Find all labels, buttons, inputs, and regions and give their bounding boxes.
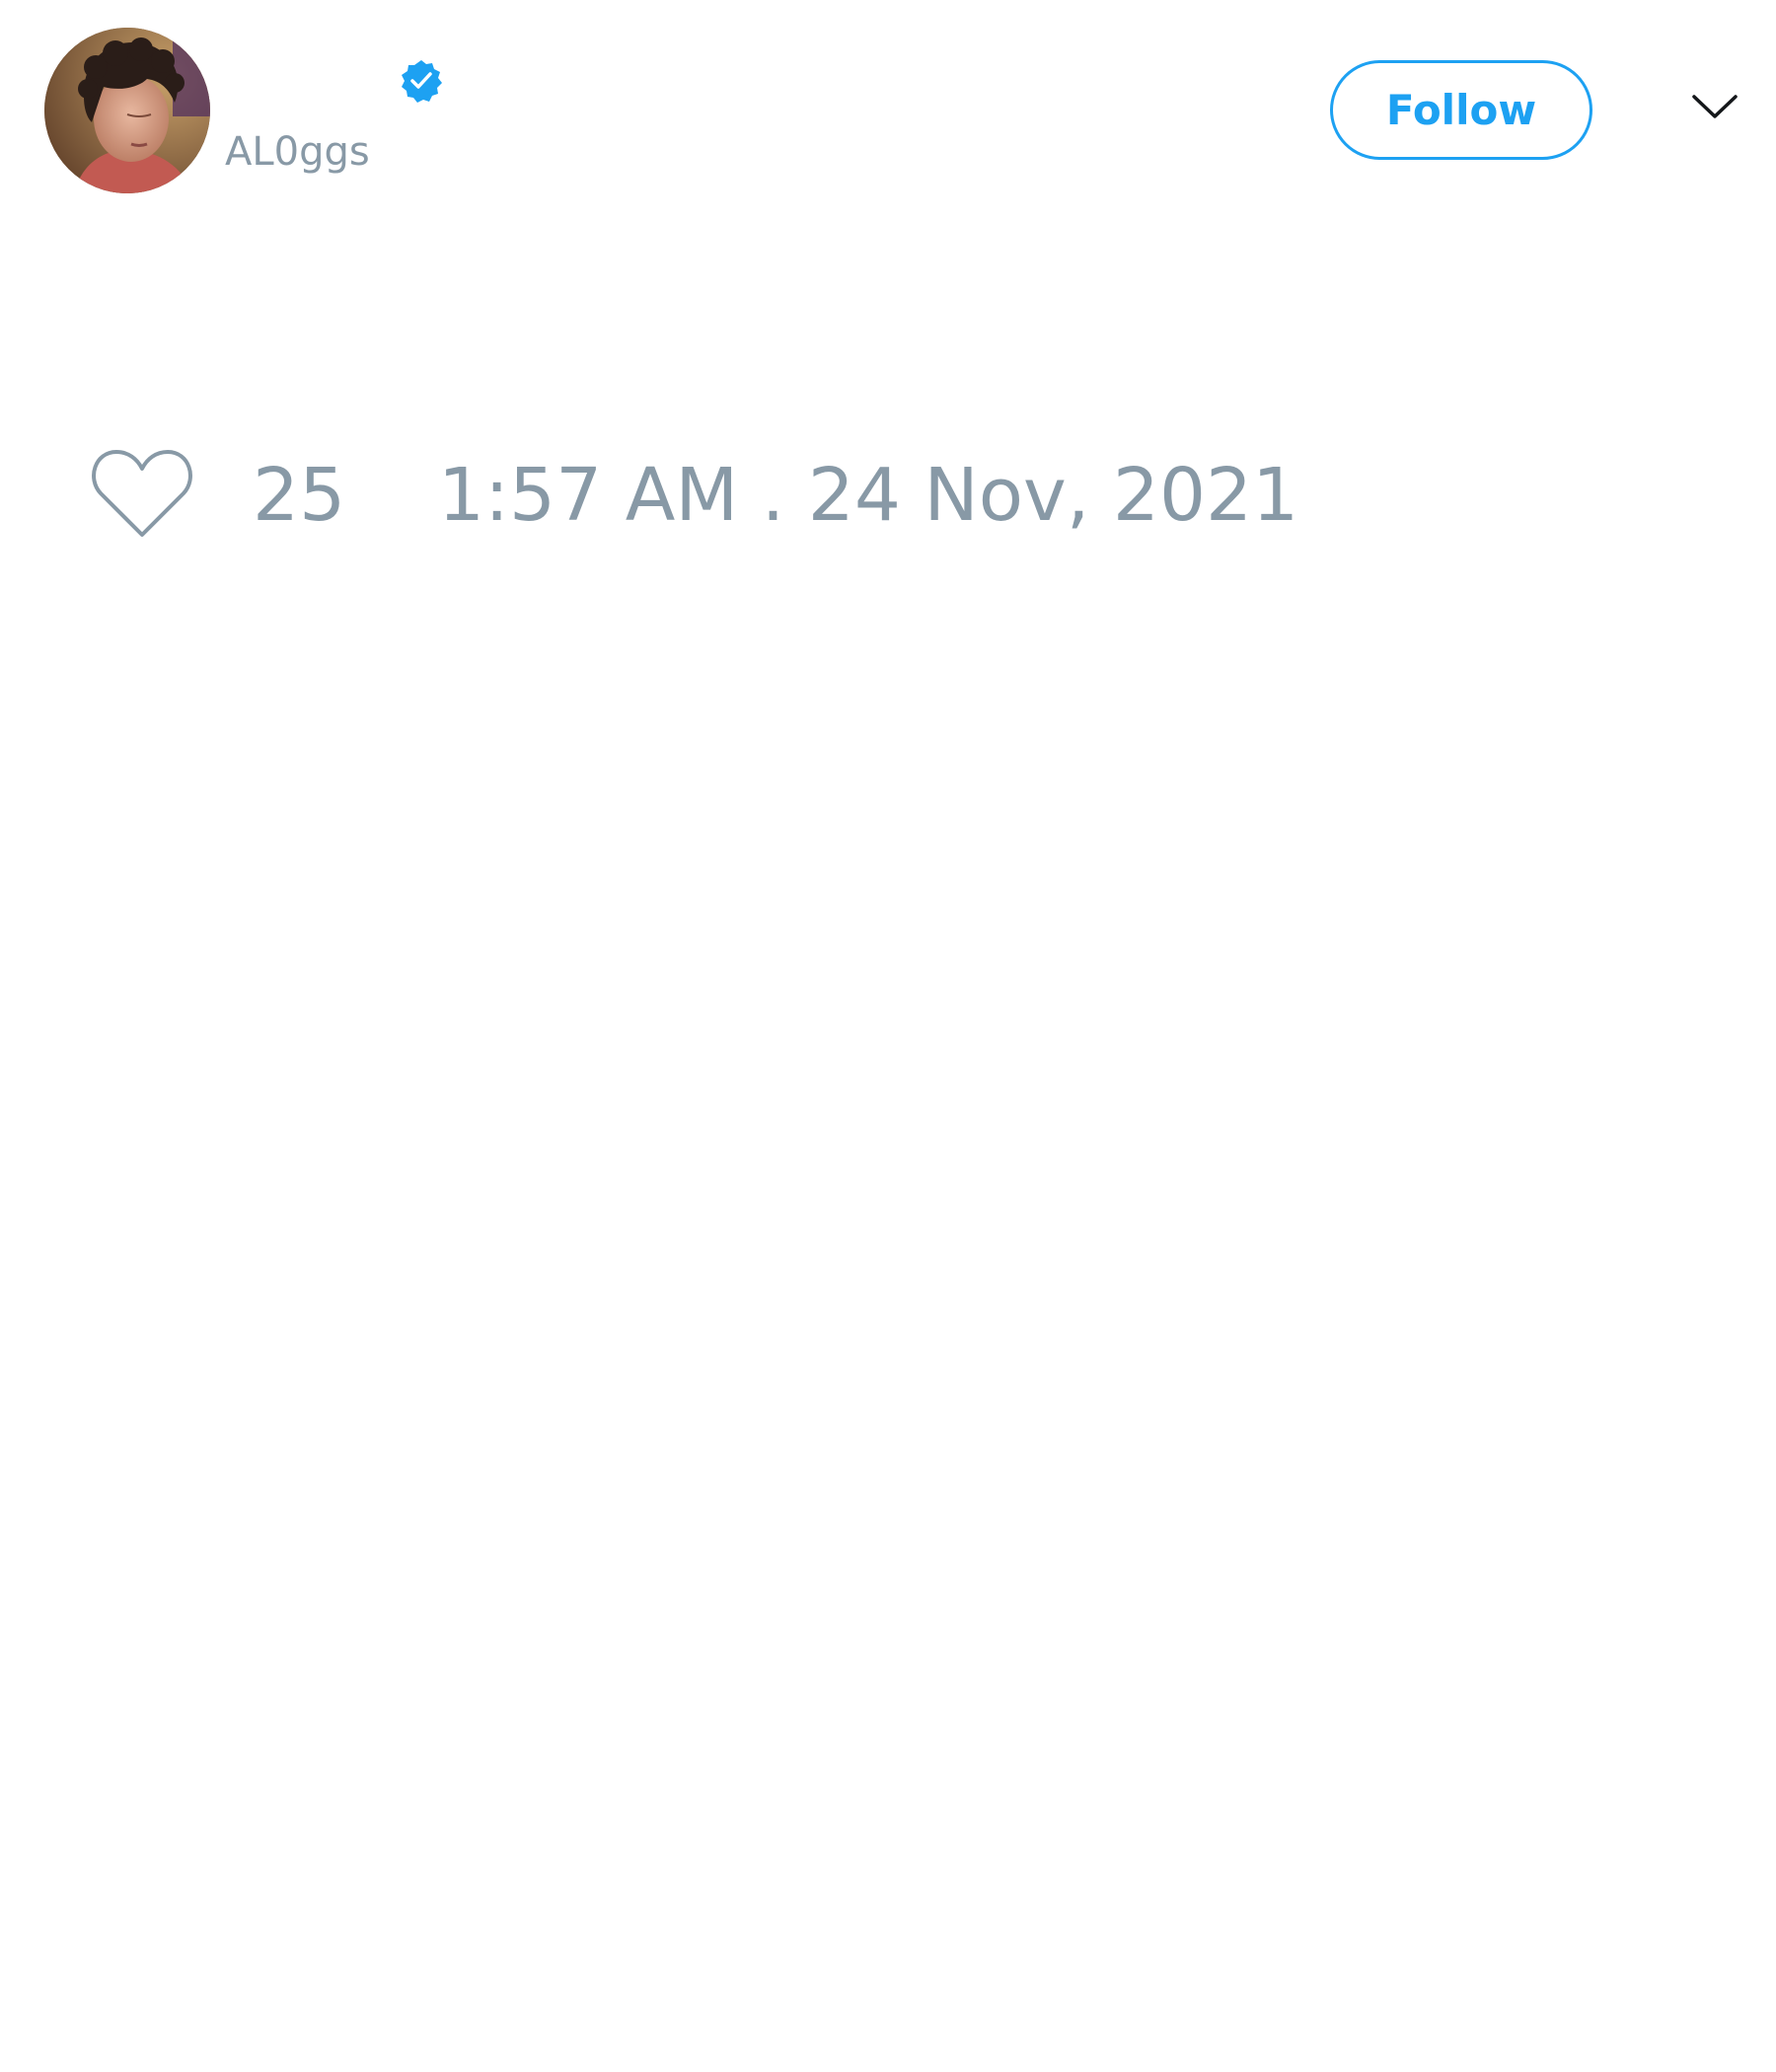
tweet-card: AL0ggs Follow 25 1:57 AM . 24 Nov, 2021 (0, 0, 1776, 2072)
heart-outline-icon[interactable] (89, 446, 195, 541)
follow-button[interactable]: Follow (1330, 60, 1592, 160)
profile-photo (44, 28, 210, 193)
user-handle[interactable]: AL0ggs (225, 128, 370, 176)
like-count[interactable]: 25 (253, 456, 345, 535)
verified-badge-icon (399, 58, 444, 104)
avatar[interactable] (44, 28, 210, 193)
tweet-timestamp[interactable]: 1:57 AM . 24 Nov, 2021 (438, 456, 1298, 535)
chevron-down-icon[interactable] (1691, 91, 1739, 122)
